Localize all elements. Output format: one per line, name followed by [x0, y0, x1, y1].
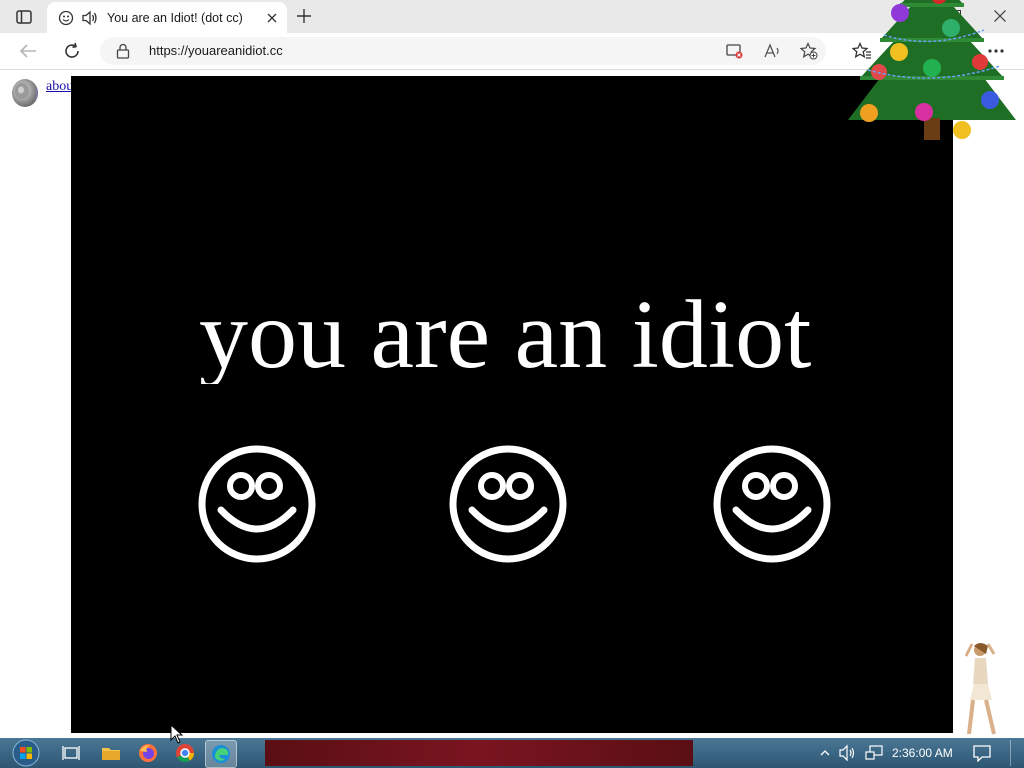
volume-icon[interactable] [838, 744, 858, 762]
taskbar-preview-area [265, 740, 693, 766]
smiley-favicon-icon [57, 9, 75, 27]
tab-audio-speaker-icon[interactable] [81, 9, 99, 27]
lock-icon[interactable] [116, 43, 132, 59]
firefox-icon[interactable] [133, 740, 163, 766]
christmas-tree-icon [844, 0, 1019, 165]
file-explorer-icon[interactable] [96, 740, 126, 766]
clock-time[interactable]: 2:36:00 AM [892, 746, 953, 760]
taskbar: 2:36:00 AM [0, 738, 1024, 768]
new-tab-icon[interactable] [292, 5, 316, 27]
tab-title: You are an Idiot! (dot cc) [107, 10, 243, 25]
blocked-popup-icon[interactable] [726, 42, 744, 60]
show-desktop-button[interactable] [1010, 740, 1023, 766]
tab-actions-icon[interactable] [8, 6, 40, 28]
show-hidden-icons-icon[interactable] [818, 745, 832, 761]
page-viewport: about flash you are an idiot [0, 70, 1024, 738]
read-aloud-icon[interactable] [764, 42, 782, 60]
active-tab[interactable]: You are an Idiot! (dot cc) [47, 2, 287, 33]
notifications-icon[interactable] [972, 744, 992, 763]
speaker-icon[interactable] [8, 76, 40, 108]
headline-text: you are an idiot [199, 286, 812, 384]
smiley-face-icon [197, 444, 317, 564]
start-button-icon[interactable] [8, 739, 44, 767]
smiley-face-icon [448, 444, 568, 564]
flash-stage[interactable]: you are an idiot [71, 76, 953, 733]
task-view-icon[interactable] [56, 740, 86, 766]
url-text[interactable]: https://youareanidiot.cc [149, 43, 283, 58]
mouse-cursor-icon [170, 723, 184, 744]
edge-icon[interactable] [205, 740, 237, 768]
back-arrow-icon[interactable] [14, 37, 42, 65]
tab-close-icon[interactable] [263, 9, 281, 27]
network-icon[interactable] [864, 744, 884, 762]
smiley-face-icon [712, 444, 832, 564]
add-favorite-icon[interactable] [800, 42, 818, 60]
dancing-figure-icon [958, 640, 1008, 738]
address-bar[interactable]: https://youareanidiot.cc [100, 37, 826, 65]
refresh-icon[interactable] [58, 37, 86, 65]
